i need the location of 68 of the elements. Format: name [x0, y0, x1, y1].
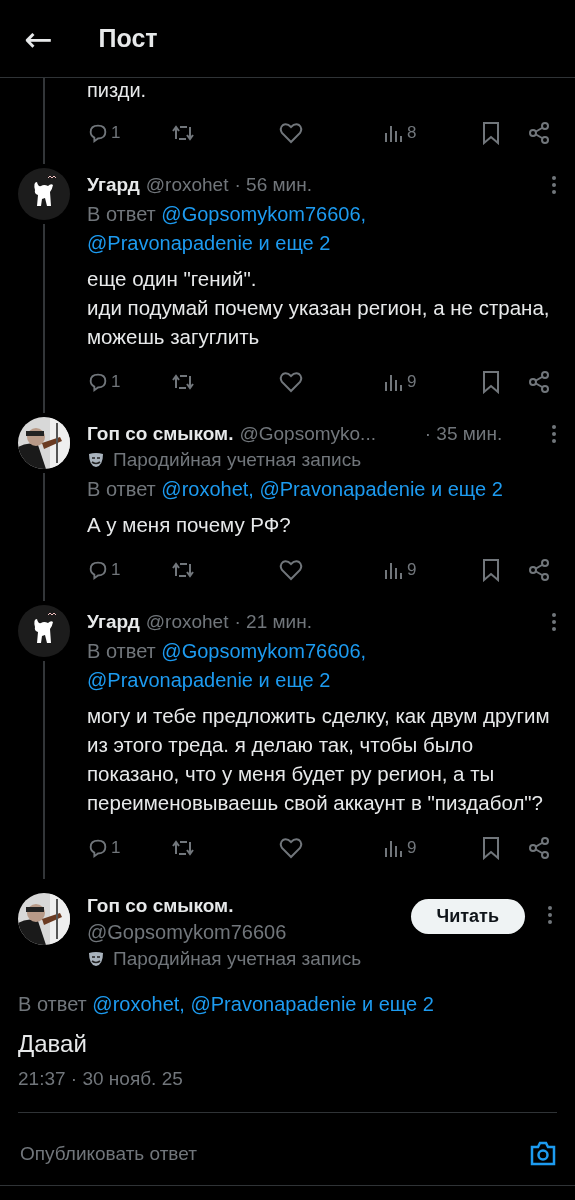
author-name[interactable]: Угард — [87, 611, 140, 633]
follow-button[interactable]: Читать — [410, 899, 525, 934]
reply-button[interactable]: 1 — [87, 122, 171, 144]
parody-label: Пародийная учетная запись — [113, 948, 362, 970]
bookmark-icon[interactable] — [481, 121, 501, 145]
post-text: Давай — [18, 1029, 88, 1058]
views-button[interactable]: 9 — [383, 371, 417, 393]
mention-link[interactable]: @Pravonapadenie и еще 2 — [87, 232, 331, 254]
speech-bubble-icon — [87, 559, 109, 581]
speech-bubble-icon — [87, 837, 109, 859]
author-handle[interactable]: @Gopsomykom76606 — [87, 921, 405, 944]
post-time: · 21 мин. — [234, 611, 312, 633]
reply-button[interactable]: 1 — [87, 559, 171, 581]
mention-link[interactable]: @Pravonapadenie и еще 2 — [87, 669, 331, 691]
avatar-drawing[interactable] — [18, 168, 70, 220]
heart-icon[interactable] — [279, 371, 303, 393]
speech-bubble-icon — [87, 371, 109, 393]
more-icon[interactable] — [547, 905, 553, 925]
bookmark-icon[interactable] — [481, 370, 501, 394]
views-button[interactable]: 8 — [383, 122, 417, 144]
reply-button[interactable]: 1 — [87, 837, 171, 859]
views-button[interactable]: 9 — [383, 837, 417, 859]
speech-bubble-icon — [87, 122, 109, 144]
more-icon[interactable] — [551, 612, 557, 632]
mention-link[interactable]: @roxohet, — [161, 478, 254, 500]
bookmark-icon[interactable] — [481, 558, 501, 582]
share-icon[interactable] — [527, 370, 551, 394]
share-icon[interactable] — [527, 121, 551, 145]
author-name[interactable]: Гоп со смыком. — [87, 423, 234, 445]
back-button[interactable]: ← — [24, 21, 53, 56]
heart-icon[interactable] — [279, 837, 303, 859]
heart-icon[interactable] — [279, 559, 303, 581]
mention-link[interactable]: @Pravonapadenie и еще 2 — [190, 993, 434, 1015]
share-icon[interactable] — [527, 836, 551, 860]
share-icon[interactable] — [527, 558, 551, 582]
author-handle[interactable]: @roxohet — [145, 174, 229, 196]
avatar-drawing[interactable] — [18, 605, 70, 657]
reply-to-label: В ответ — [87, 203, 156, 225]
more-icon[interactable] — [551, 424, 557, 444]
post-text: могу и тебе предложить сделку, как двум другим из этого треда. я делаю так, чтобы было показано, что у меня будет ру регион, а ты переименовываешь свой аккаунт в "пиздабол"? — [87, 703, 551, 816]
mention-link[interactable]: @roxohet, — [92, 993, 185, 1015]
more-icon[interactable] — [551, 175, 557, 195]
mention-link[interactable]: @Pravonapadenie и еще 2 — [259, 478, 503, 500]
author-name[interactable]: Угард — [87, 174, 140, 196]
parody-label: Пародийная учетная запись — [113, 449, 362, 471]
mention-link[interactable]: @Gopsomykom76606, — [161, 640, 367, 662]
reply-button[interactable]: 1 — [87, 371, 171, 393]
views-button[interactable]: 9 — [383, 559, 417, 581]
page-title: Пост — [98, 24, 158, 53]
mask-icon — [87, 950, 105, 968]
camera-icon[interactable] — [529, 1141, 557, 1167]
post-text: А у меня почему РФ? — [87, 512, 292, 538]
mask-icon — [87, 451, 105, 469]
bookmark-icon[interactable] — [481, 836, 501, 860]
heart-icon[interactable] — [279, 122, 303, 144]
reply-to-label: В ответ — [18, 993, 87, 1015]
post-text: пизди. — [87, 78, 148, 102]
mention-link[interactable]: @Gopsomykom76606, — [161, 203, 367, 225]
post-time: · 56 мин. — [234, 174, 312, 196]
reply-to-label: В ответ — [87, 478, 156, 500]
reply-field[interactable]: Опубликовать ответ — [18, 1142, 529, 1166]
post-text: еще один "гений". иди подумай почему указан регион, а не страна, можешь загуглить — [87, 266, 551, 350]
reply-to-label: В ответ — [87, 640, 156, 662]
author-handle[interactable]: @Gopsomyko... — [239, 423, 376, 445]
author-handle[interactable]: @roxohet — [145, 611, 229, 633]
post-time: · 35 мин. — [424, 423, 503, 445]
post-timestamp: 21:37 · 30 нояб. 25 — [18, 1068, 557, 1113]
author-name[interactable]: Гоп со смыком. — [87, 895, 405, 917]
